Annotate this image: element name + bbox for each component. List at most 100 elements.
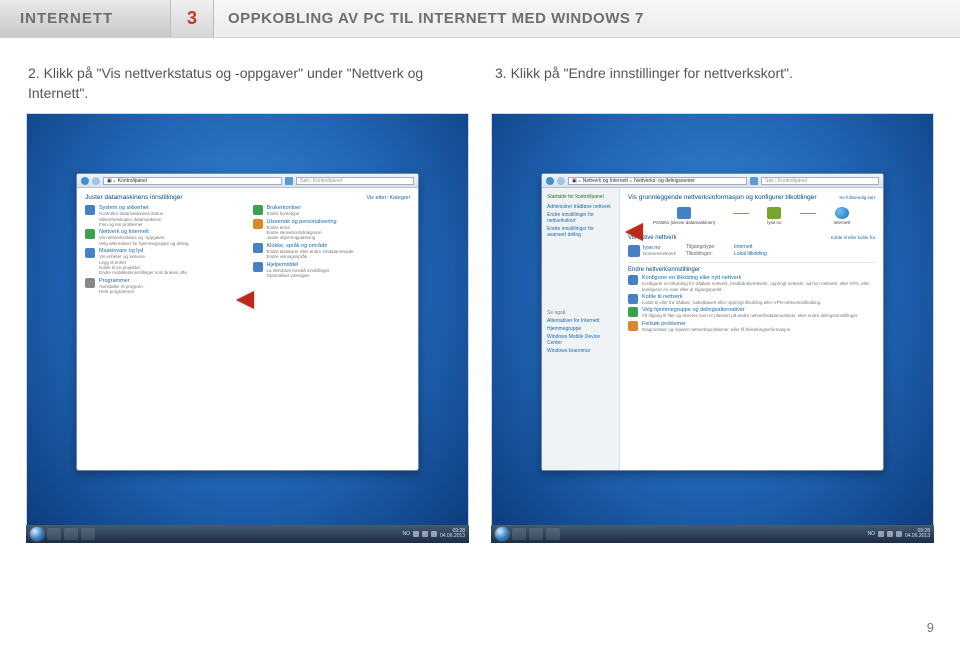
system-security-icon (85, 205, 95, 215)
task-troubleshoot-desc: Diagnostiser og reparer nettverksproblem… (642, 327, 792, 332)
globe-icon (835, 207, 849, 219)
programs-icon (85, 278, 95, 288)
see-also-heading: Se også (547, 310, 614, 316)
breadcrumb-separator-icon: ▸ (114, 178, 116, 183)
see-also-firewall[interactable]: Windows-brannmur (547, 348, 614, 354)
clock-lang-icon (253, 243, 263, 253)
address-part2: Nettverks- og delingssenter (634, 178, 695, 184)
tray-flag-icon[interactable] (413, 531, 419, 537)
forward-button[interactable] (557, 177, 565, 185)
search-input[interactable]: Søk i Kontrollpanel (296, 177, 414, 185)
back-button[interactable] (81, 177, 89, 185)
net-node-internet[interactable]: Internett (834, 207, 851, 225)
left-sidebar: Startside for kontrollpanel Administrer … (542, 188, 620, 470)
taskbar-app-2[interactable] (529, 528, 543, 540)
clock-lang-sub2[interactable]: Endre visningsspråk (267, 254, 354, 259)
kv-conn-key: Tilkoblinger: (686, 251, 726, 257)
connect-disconnect-link[interactable]: Koble til eller koble fra (831, 235, 875, 240)
taskbar-app-1[interactable] (512, 528, 526, 540)
forward-button[interactable] (92, 177, 100, 185)
search-input[interactable]: Søk i Kontrollpanel (761, 177, 879, 185)
breadcrumb-separator-icon: ▸ (579, 178, 581, 183)
page-header: INTERNETT 3 OPPKOBLING AV PC TIL INTERNE… (0, 0, 960, 38)
tray-sound-icon[interactable] (431, 531, 437, 537)
sidebar-item-adapter-settings[interactable]: Endre innstillinger for nettverkskort (547, 212, 614, 224)
see-full-map-link[interactable]: Se fullstendig kart (839, 195, 875, 200)
folder-icon: ▣ (107, 178, 112, 184)
header-title: OPPKOBLING AV PC TIL INTERNETT MED WINDO… (214, 0, 960, 37)
taskbar-app-2[interactable] (64, 528, 78, 540)
net-node-pc-label: PC9261 (denne datamaskinen) (653, 220, 715, 225)
tray-date: 04.06.2013 (440, 534, 465, 539)
tray-sound-icon[interactable] (896, 531, 902, 537)
taskbar: NO 09:28 04.06.2013 (491, 525, 934, 543)
active-net-type: Domenenettverk (643, 251, 676, 256)
hardware-sub4[interactable]: Endre mobilitetsinnstillinger som brukes… (99, 270, 187, 275)
ease-access-sub2[interactable]: Optimaliser visningen (267, 273, 330, 278)
start-button[interactable] (30, 527, 44, 541)
refresh-button[interactable] (285, 177, 293, 185)
address-part1: Nettverk og Internett (583, 178, 628, 184)
step-2-text: 2. Klikk på "Vis nettverkstatus og -oppg… (28, 64, 465, 103)
wizard-icon (628, 275, 638, 285)
screenshot-step-2: ▣ ▸ Kontrollpanel Søk i Kontrollpanel Ju… (26, 113, 469, 543)
address-bar[interactable]: ▣ ▸ Nettverk og Internett ▸ Nettverks- o… (568, 177, 747, 185)
window-titlebar: ▣ ▸ Nettverk og Internett ▸ Nettverks- o… (542, 174, 883, 188)
task-homegroup-desc: Få tilgang til filer og skrivere som er … (642, 313, 858, 318)
refresh-button[interactable] (750, 177, 758, 185)
page-number: 9 (927, 620, 934, 635)
step-3-number: 3. (495, 65, 507, 81)
house-icon (767, 207, 781, 219)
cp-heading: Juster datamaskinens innstillinger (85, 194, 183, 201)
network-map: PC9261 (denne datamaskinen) lyse.no Inte… (628, 203, 875, 231)
folder-icon: ▣ (572, 178, 577, 184)
system-security-sub3[interactable]: Finn og løs problemer (99, 222, 163, 227)
appearance-sub3[interactable]: Juster skjermoppløsning (267, 235, 337, 240)
net-node-network[interactable]: lyse.no (767, 207, 781, 225)
step-3-body: Klikk på "Endre innstillinger for nettve… (511, 65, 793, 81)
see-also-wmdc[interactable]: Windows Mobile Device Center (547, 334, 614, 346)
sidebar-item-wireless[interactable]: Administrer trådløse nettverk (547, 204, 614, 210)
tray-lang[interactable]: NO (867, 531, 875, 537)
see-also-internet-options[interactable]: Alternativer for Internett (547, 318, 614, 324)
header-chapter-number: 3 (170, 0, 214, 37)
user-accounts-sub1[interactable]: Endre kontotype (267, 211, 302, 216)
taskbar-app-1[interactable] (47, 528, 61, 540)
sidebar-item-advanced-sharing[interactable]: Endre innstillinger for avansert deling (547, 226, 614, 238)
taskbar: NO 09:28 04.06.2013 (26, 525, 469, 543)
control-panel-window: ▣ ▸ Kontrollpanel Søk i Kontrollpanel Ju… (76, 173, 419, 471)
taskbar-app-3[interactable] (546, 528, 560, 540)
callout-arrow-icon (625, 223, 643, 241)
see-also-homegroup[interactable]: Hjemmegruppe (547, 326, 614, 332)
user-accounts-icon (253, 205, 263, 215)
net-line-icon (733, 213, 749, 214)
net-node-internet-label: Internett (834, 220, 851, 225)
tray-lang[interactable]: NO (402, 531, 410, 537)
kv-conn-val[interactable]: Lokal tilkobling (734, 251, 767, 257)
start-button[interactable] (495, 527, 509, 541)
taskbar-app-3[interactable] (81, 528, 95, 540)
system-security-sub1[interactable]: Kontroller datamaskinens status (99, 211, 163, 216)
tray-network-icon[interactable] (422, 531, 428, 537)
ns-heading: Vis grunnleggende nettverksinformasjon o… (628, 194, 817, 201)
header-section-label: INTERNETT (0, 0, 170, 37)
address-bar[interactable]: ▣ ▸ Kontrollpanel (103, 177, 282, 185)
back-button[interactable] (546, 177, 554, 185)
tray-network-icon[interactable] (887, 531, 893, 537)
hardware-sound-icon (85, 248, 95, 258)
change-settings-heading: Endre nettverksinnstillinger (628, 267, 875, 273)
task-connect-desc: Koble til eller fra trådløs-, kabelbaser… (642, 300, 821, 305)
system-tray[interactable]: NO 09:28 04.06.2013 (867, 529, 930, 539)
programs-sub2[interactable]: Hent programmer (99, 289, 143, 294)
network-internet-sub2[interactable]: Velg alternativer for hjemmegruppe og de… (99, 241, 189, 246)
kv-access-val[interactable]: Internett (734, 244, 752, 250)
step-2-body: Klikk på "Vis nettverkstatus og -oppgave… (28, 65, 423, 101)
tray-flag-icon[interactable] (878, 531, 884, 537)
view-by-toggle[interactable]: Vis etter: Kategori (366, 195, 410, 201)
step-3-text: 3. Klikk på "Endre innstillinger for net… (495, 64, 932, 103)
system-tray[interactable]: NO 09:28 04.06.2013 (402, 529, 465, 539)
sidebar-home-link[interactable]: Startside for kontrollpanel (547, 194, 614, 200)
homegroup-icon (628, 307, 638, 317)
appearance-link[interactable]: Utseende og personalisering (267, 219, 337, 225)
net-node-pc[interactable]: PC9261 (denne datamaskinen) (653, 207, 715, 225)
